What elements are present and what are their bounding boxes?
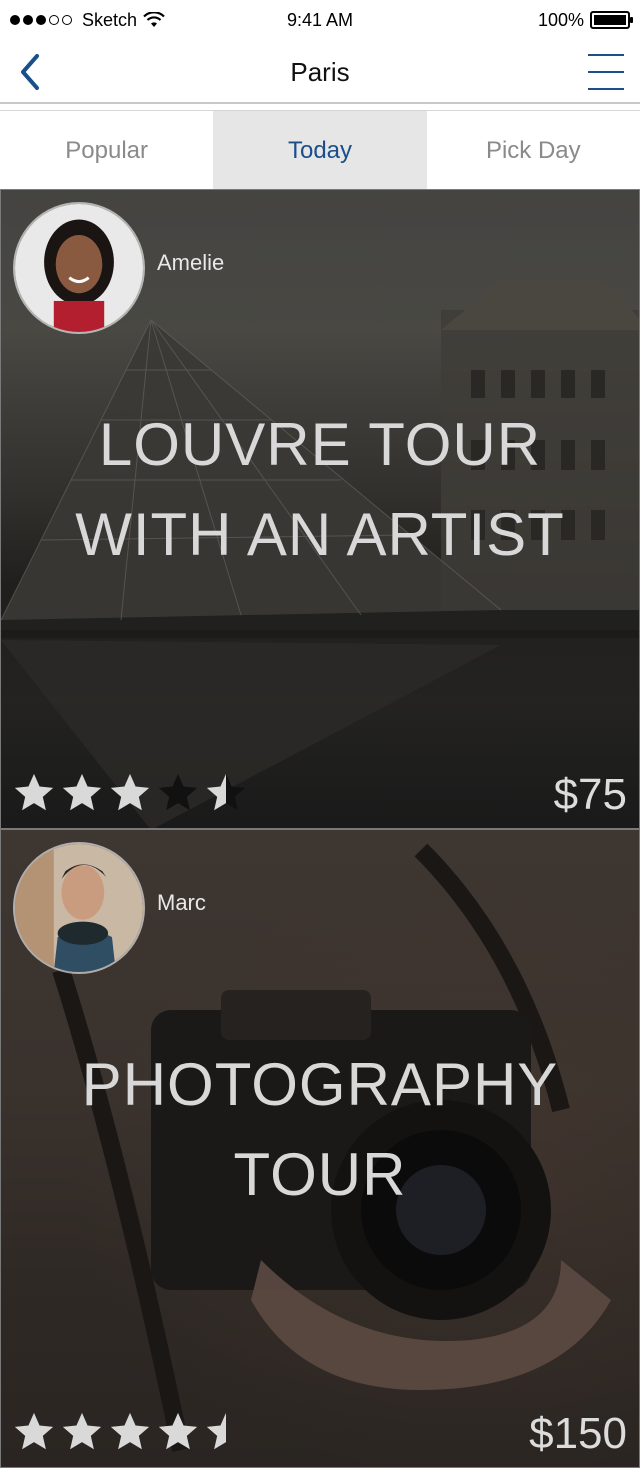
star-empty-icon xyxy=(158,773,198,811)
star-icon xyxy=(62,773,102,811)
tab-popular[interactable]: Popular xyxy=(0,111,213,190)
tour-card-photography[interactable]: Marc PHOTOGRAPHY TOUR $150 xyxy=(0,829,640,1468)
menu-button[interactable] xyxy=(588,54,628,90)
star-half-icon xyxy=(206,773,246,811)
star-icon xyxy=(62,1412,102,1450)
host-photo xyxy=(15,204,143,332)
battery-icon xyxy=(590,11,633,29)
star-icon xyxy=(110,1412,150,1450)
signal-strength-icon xyxy=(10,15,72,25)
tour-title-line: TOUR xyxy=(233,1141,407,1208)
avatar[interactable] xyxy=(13,202,145,334)
screen: Sketch 9:41 AM 100% Paris Popular Today … xyxy=(0,0,640,1468)
chevron-left-icon xyxy=(21,54,39,90)
tour-title-line: LOUVRE TOUR xyxy=(98,411,542,478)
host-name: Marc xyxy=(157,890,206,915)
navigation-bar: Paris xyxy=(0,40,640,104)
tour-price: $150 xyxy=(529,1409,627,1458)
star-rating xyxy=(11,1409,249,1455)
tour-title: LOUVRE TOUR WITH AN ARTIST xyxy=(1,400,639,580)
wifi-icon xyxy=(143,12,165,27)
star-icon xyxy=(14,1412,54,1450)
tour-title-line: WITH AN ARTIST xyxy=(75,501,565,568)
carrier-name: Sketch xyxy=(82,9,138,30)
tab-today[interactable]: Today xyxy=(213,111,427,190)
back-button[interactable] xyxy=(10,52,50,92)
star-icon xyxy=(14,773,54,811)
star-icon xyxy=(158,1412,198,1450)
star-icon xyxy=(110,773,150,811)
hamburger-menu-icon xyxy=(588,54,624,56)
status-bar: Sketch 9:41 AM 100% xyxy=(0,0,640,40)
page-title: Paris xyxy=(290,56,350,87)
tab-bar: Popular Today Pick Day xyxy=(0,110,640,190)
tour-card-louvre[interactable]: Amelie LOUVRE TOUR WITH AN ARTIST $75 xyxy=(0,189,640,829)
tour-price: $75 xyxy=(553,770,627,819)
tour-title: PHOTOGRAPHY TOUR xyxy=(1,1040,639,1220)
star-rating xyxy=(11,770,249,816)
star-half-icon xyxy=(206,1412,226,1450)
status-left: Sketch xyxy=(10,10,165,31)
host-name: Amelie xyxy=(157,250,225,275)
tab-pick-day[interactable]: Pick Day xyxy=(427,111,640,190)
status-right: 100% xyxy=(537,9,633,31)
battery-percentage: 100% xyxy=(537,9,584,30)
tour-title-line: PHOTOGRAPHY xyxy=(81,1051,559,1118)
avatar[interactable] xyxy=(13,842,145,974)
host-photo xyxy=(15,844,143,972)
